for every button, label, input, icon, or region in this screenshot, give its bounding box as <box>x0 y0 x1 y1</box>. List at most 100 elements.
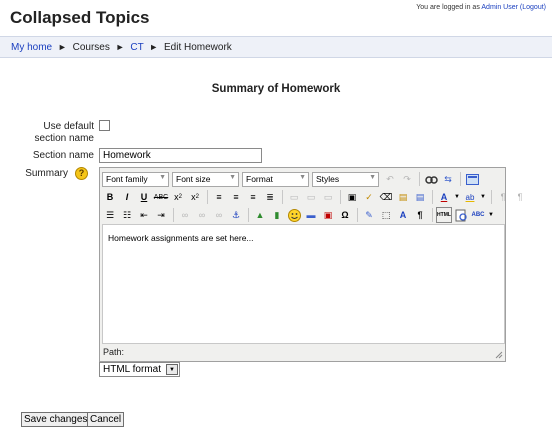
site-title: Collapsed Topics <box>10 8 150 27</box>
highlight-color-icon[interactable]: ab <box>462 189 478 205</box>
logout-link[interactable]: (Logout) <box>520 4 546 11</box>
nolink-icon[interactable]: ∞ <box>211 207 227 223</box>
font-family-value: Font family <box>106 173 148 184</box>
html-source-icon[interactable]: HTML <box>436 207 452 223</box>
italic-icon[interactable]: I <box>119 189 135 205</box>
text-format-value: HTML format <box>103 364 161 375</box>
align-right-icon[interactable]: ≡ <box>245 189 261 205</box>
paragraph-icon[interactable]: ¶ <box>412 207 428 223</box>
cut-icon[interactable]: ▭ <box>320 189 336 205</box>
use-default-checkbox[interactable] <box>99 120 110 131</box>
editor-content-area[interactable]: Homework assignments are set here... <box>102 224 505 344</box>
subscript-icon[interactable]: x2 <box>170 189 186 205</box>
toolbar-divider <box>357 208 358 222</box>
numbered-list-icon[interactable]: ☷ <box>119 207 135 223</box>
align-center-icon[interactable]: ≡ <box>228 189 244 205</box>
toolbar-row-2: B I U ABC x2 x2 ≡ ≡ ≡ ≣ ▭ ▭ ▭ ▣ ✓ ⌫ ▤ ▤ … <box>102 188 529 206</box>
text-color-icon[interactable]: A <box>436 189 452 205</box>
toolbar-divider <box>173 208 174 222</box>
chevron-down-icon[interactable]: ▼ <box>479 189 487 205</box>
bold-icon[interactable]: B <box>102 189 118 205</box>
ltr-icon[interactable]: ¶ <box>495 189 511 205</box>
horizontal-rule-icon[interactable]: ▬ <box>303 207 319 223</box>
save-changes-button[interactable]: Save changes <box>21 412 91 427</box>
font-size-value: Font size <box>176 173 211 184</box>
edit-icon[interactable]: ✎ <box>361 207 377 223</box>
strikethrough-icon[interactable]: ABC <box>153 189 169 205</box>
spellcheck-abc-icon[interactable]: ABC <box>470 207 486 223</box>
rtl-icon[interactable]: ¶ <box>512 189 528 205</box>
paste-icon[interactable]: ▤ <box>395 189 411 205</box>
chevron-down-icon[interactable]: ▼ <box>453 189 461 205</box>
summary-label: Summary <box>25 168 68 179</box>
outdent-icon[interactable]: ⇤ <box>136 207 152 223</box>
section-name-input[interactable] <box>99 148 262 163</box>
font-size-select[interactable]: Font size ▼ <box>172 171 239 187</box>
template-icon[interactable]: ▣ <box>344 189 360 205</box>
user-link[interactable]: Admin User <box>481 4 518 11</box>
paste-word-icon[interactable]: ▤ <box>412 189 428 205</box>
anchor-icon[interactable]: ⚓ <box>228 207 244 223</box>
font-dialog-icon[interactable]: A <box>395 207 411 223</box>
toolbar-row-3: ☰ ☷ ⇤ ⇥ ∞ ∞ ∞ ⚓ ▲ ▮ ▬ ▣ Ω ✎ ⬚ A ¶ HTML A… <box>102 206 496 224</box>
align-justify-icon[interactable]: ≣ <box>262 189 278 205</box>
breadcrumb-current: Edit Homework <box>163 42 232 53</box>
search-icon[interactable] <box>423 171 439 187</box>
superscript-icon[interactable]: x2 <box>187 189 203 205</box>
styles-select[interactable]: Styles ▼ <box>312 171 379 187</box>
login-prefix: You are logged in as <box>416 4 480 11</box>
spellcheck-icon[interactable]: ✓ <box>361 189 377 205</box>
link-icon[interactable]: ∞ <box>177 207 193 223</box>
undo-icon[interactable]: ↶ <box>382 171 398 187</box>
equation-icon[interactable]: ▣ <box>320 207 336 223</box>
redo-icon[interactable]: ↷ <box>399 171 415 187</box>
toolbar-divider <box>282 190 283 204</box>
use-default-label: Use default section name <box>35 121 94 145</box>
breadcrumb-my-home[interactable]: My home <box>11 42 52 53</box>
clean-word-icon[interactable]: ▭ <box>286 189 302 205</box>
underline-icon[interactable]: U <box>136 189 152 205</box>
chevron-down-icon: ▼ <box>299 173 306 181</box>
align-left-icon[interactable]: ≡ <box>211 189 227 205</box>
chevron-down-icon: ▼ <box>159 173 166 181</box>
breadcrumb: My home ► Courses ► CT ► Edit Homework <box>0 36 552 58</box>
cancel-button[interactable]: Cancel <box>87 412 125 427</box>
format-block-value: Format <box>246 173 273 184</box>
styles-value: Styles <box>316 173 340 184</box>
image-icon[interactable]: ▲ <box>252 207 268 223</box>
paste-plain-icon[interactable]: ▭ <box>303 189 319 205</box>
toolbar-row-1: Font family ▼ Font size ▼ Format ▼ Style… <box>102 170 481 188</box>
help-icon[interactable]: ? <box>75 167 88 180</box>
toolbar-divider <box>340 190 341 204</box>
chevron-down-icon: ▼ <box>165 364 178 375</box>
font-family-select[interactable]: Font family ▼ <box>102 171 169 187</box>
editor-content-text: Homework assignments are set here... <box>108 233 254 243</box>
chevron-down-icon[interactable]: ▼ <box>487 207 495 223</box>
section-name-label: Section name <box>32 150 94 161</box>
indent-icon[interactable]: ⇥ <box>153 207 169 223</box>
media-icon[interactable]: ▮ <box>269 207 285 223</box>
special-char-icon[interactable]: Ω <box>337 207 353 223</box>
text-format-select[interactable]: HTML format ▼ <box>99 362 180 377</box>
bullet-list-icon[interactable]: ☰ <box>102 207 118 223</box>
rich-text-editor: Font family ▼ Font size ▼ Format ▼ Style… <box>99 167 522 362</box>
toolbar-divider <box>207 190 208 204</box>
unlink-icon[interactable]: ∞ <box>194 207 210 223</box>
chevron-down-icon: ▼ <box>369 173 376 181</box>
chevron-down-icon: ▼ <box>229 173 236 181</box>
table-icon[interactable]: ⬚ <box>378 207 394 223</box>
preview-icon[interactable] <box>453 207 469 223</box>
breadcrumb-separator: ► <box>115 42 125 52</box>
breadcrumb-ct[interactable]: CT <box>130 42 143 53</box>
eraser-icon[interactable]: ⌫ <box>378 189 394 205</box>
emoticon-icon[interactable] <box>286 207 302 223</box>
breadcrumb-separator: ► <box>149 42 159 52</box>
resize-handle-icon[interactable] <box>494 350 503 359</box>
format-block-select[interactable]: Format ▼ <box>242 171 309 187</box>
toolbar-divider <box>419 172 420 186</box>
form-heading: Summary of Homework <box>211 83 341 95</box>
toolbar-divider <box>432 190 433 204</box>
fullscreen-icon[interactable] <box>464 171 480 187</box>
editor-path-label: Path: <box>103 347 125 357</box>
replace-icon[interactable]: ⇆ <box>440 171 456 187</box>
